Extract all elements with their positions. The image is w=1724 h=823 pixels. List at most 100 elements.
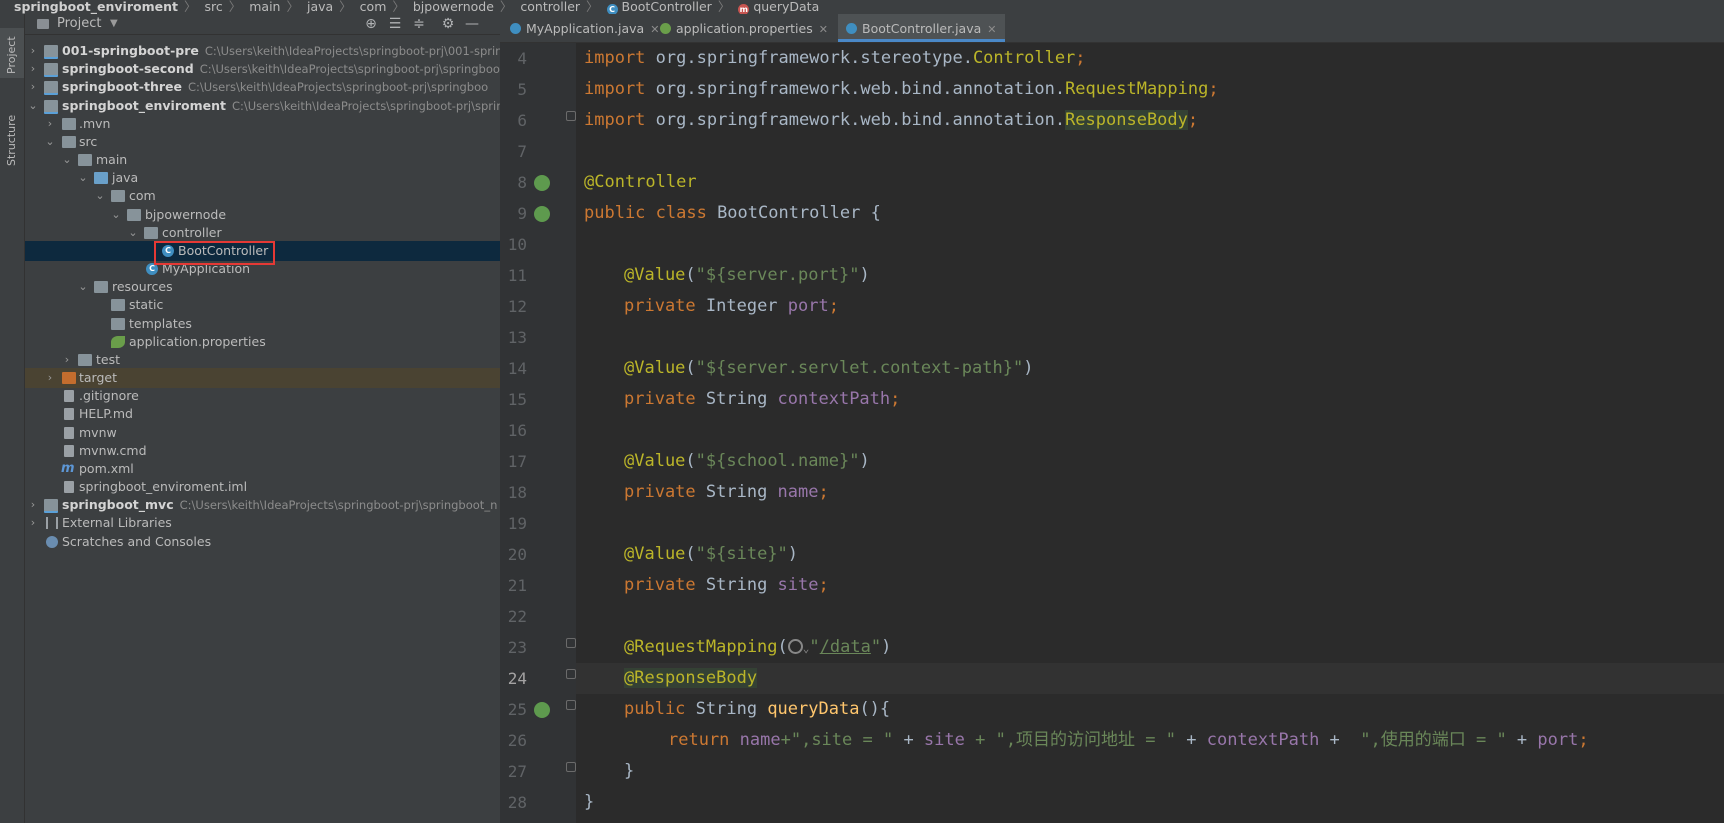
tree-item-bootcontroller[interactable]: C BootController <box>25 241 500 261</box>
breadcrumb-item-controller[interactable]: controller <box>520 0 580 13</box>
close-icon[interactable]: ✕ <box>819 23 828 36</box>
tree-item-springboot-enviroment[interactable]: ⌄ springboot_enviroment C:\Users\keith\Id… <box>25 96 500 116</box>
tree-item-scratches[interactable]: Scratches and Consoles <box>25 532 500 552</box>
code-line: public String queryData(){ <box>624 699 891 719</box>
line-number: 27 <box>507 762 527 781</box>
markdown-file-icon <box>64 408 74 420</box>
tree-item-iml[interactable]: springboot_enviroment.iml <box>25 477 500 497</box>
code-editor[interactable]: import org.springframework.stereotype.Co… <box>576 43 1724 823</box>
editor-tab-bar: MyApplication.java ✕ application.properti… <box>500 14 1724 43</box>
web-globe-icon[interactable] <box>787 639 803 654</box>
chevron-down-icon[interactable]: ⌄ <box>127 223 139 243</box>
breadcrumb-item-project[interactable]: springboot_enviroment <box>14 0 178 13</box>
code-line: private String site; <box>624 575 829 595</box>
tree-item-resources[interactable]: ⌄ resources <box>25 277 500 297</box>
chevron-right-icon[interactable]: › <box>27 59 39 79</box>
code-line: @RequestMapping(⌄"/data") <box>624 637 892 657</box>
breadcrumb-item-java[interactable]: java <box>307 0 333 13</box>
fold-icon[interactable] <box>566 111 576 121</box>
spring-leaf-icon <box>111 336 125 348</box>
chevron-down-icon[interactable]: ⌄ <box>44 132 56 152</box>
tool-tab-project[interactable]: Project <box>0 28 24 78</box>
breadcrumb-item-com[interactable]: com <box>360 0 387 13</box>
tree-item-application-properties[interactable]: application.properties <box>25 332 500 352</box>
file-icon <box>64 481 74 493</box>
line-number: 16 <box>507 421 527 440</box>
line-number: 15 <box>507 390 527 409</box>
chevron-right-icon[interactable]: › <box>27 495 39 515</box>
module-folder-icon <box>44 45 58 59</box>
tree-item-main[interactable]: ⌄ main <box>25 150 500 170</box>
spring-leaf-icon <box>660 23 671 34</box>
tree-item-test[interactable]: › test <box>25 350 500 370</box>
chevron-down-icon[interactable]: ⌄ <box>27 96 39 116</box>
spring-class-icon <box>510 23 521 34</box>
tree-item-springboot-second[interactable]: › springboot-second C:\Users\keith\IdeaPr… <box>25 59 500 79</box>
code-line: import org.springframework.web.bind.anno… <box>584 110 1199 130</box>
code-line: import org.springframework.web.bind.anno… <box>584 79 1219 99</box>
spring-bean-gutter-icon[interactable] <box>534 175 550 191</box>
breadcrumb-item-querydata[interactable]: m queryData <box>738 0 819 14</box>
folder-icon <box>62 118 76 130</box>
source-folder-icon <box>94 172 108 184</box>
tree-item-mvn[interactable]: › .mvn <box>25 114 500 134</box>
code-line: import org.springframework.stereotype.Co… <box>584 48 1086 68</box>
tree-item-pom-xml[interactable]: m pom.xml <box>25 459 500 479</box>
line-number: 7 <box>517 142 527 161</box>
chevron-right-icon[interactable]: › <box>61 350 73 370</box>
tree-item-myapplication[interactable]: C MyApplication <box>25 259 500 279</box>
code-line: private Integer port; <box>624 296 839 316</box>
chevron-right-icon[interactable]: › <box>44 368 56 388</box>
spring-class-icon: C <box>146 263 158 275</box>
module-folder-icon <box>44 63 58 77</box>
tree-item-springboot-three[interactable]: › springboot-three C:\Users\keith\IdeaPro… <box>25 77 500 97</box>
tree-item-external-libraries[interactable]: › External Libraries <box>25 513 500 533</box>
line-number: 28 <box>507 793 527 812</box>
chevron-right-icon[interactable]: › <box>27 41 39 61</box>
tree-item-controller[interactable]: ⌄ controller <box>25 223 500 243</box>
tree-item-springboot-mvc[interactable]: › springboot_mvc C:\Users\keith\IdeaProje… <box>25 495 500 515</box>
breadcrumb-item-main[interactable]: main <box>249 0 280 13</box>
tab-bootcontroller[interactable]: BootController.java ✕ <box>838 14 1005 42</box>
chevron-down-icon[interactable]: ⌄ <box>77 168 89 188</box>
close-icon[interactable]: ✕ <box>987 23 996 36</box>
line-number: 14 <box>507 359 527 378</box>
chevron-down-icon[interactable]: ⌄ <box>77 277 89 297</box>
chevron-right-icon[interactable]: › <box>44 114 56 134</box>
tree-item-static[interactable]: static <box>25 295 500 315</box>
tree-item-bjpowernode[interactable]: ⌄ bjpowernode <box>25 205 500 225</box>
tab-application-properties[interactable]: application.properties ✕ <box>660 14 828 42</box>
breadcrumb-item-bjpowernode[interactable]: bjpowernode <box>413 0 494 13</box>
request-mapping-gutter-icon[interactable] <box>534 702 550 718</box>
fold-icon[interactable] <box>566 669 576 679</box>
tree-item-com[interactable]: ⌄ com <box>25 186 500 206</box>
chevron-down-icon[interactable]: ⌄ <box>61 150 73 170</box>
left-tool-strip: Project Structure <box>0 14 25 823</box>
tree-item-src[interactable]: ⌄ src <box>25 132 500 152</box>
tree-item-help-md[interactable]: HELP.md <box>25 404 500 424</box>
line-number: 18 <box>507 483 527 502</box>
chevron-right-icon[interactable]: › <box>27 77 39 97</box>
tool-tab-structure[interactable]: Structure <box>0 104 24 174</box>
tree-item-target[interactable]: › target <box>25 368 500 388</box>
chevron-down-icon[interactable]: ⌄ <box>110 205 122 225</box>
close-icon[interactable]: ✕ <box>650 23 659 36</box>
tree-item-templates[interactable]: templates <box>25 314 500 334</box>
chevron-down-icon[interactable]: ⌄ <box>94 186 106 206</box>
request-url-link[interactable]: /data <box>820 637 871 657</box>
tab-myapplication[interactable]: MyApplication.java ✕ <box>510 14 659 42</box>
line-number: 23 <box>507 638 527 657</box>
tree-item-mvnw[interactable]: mvnw <box>25 423 500 443</box>
fold-icon[interactable] <box>566 700 576 710</box>
breadcrumb-item-src[interactable]: src <box>204 0 222 13</box>
tree-item-mvnw-cmd[interactable]: mvnw.cmd <box>25 441 500 461</box>
tree-item-gitignore[interactable]: .gitignore <box>25 386 500 406</box>
tree-item-java[interactable]: ⌄ java <box>25 168 500 188</box>
chevron-right-icon[interactable]: › <box>27 513 39 533</box>
fold-icon[interactable] <box>566 762 576 772</box>
fold-icon[interactable] <box>566 638 576 648</box>
tree-item-001-springboot-pre[interactable]: › 001-springboot-pre C:\Users\keith\IdeaP… <box>25 41 500 61</box>
breadcrumb-item-bootcontroller[interactable]: C BootController <box>606 0 712 14</box>
spring-bean-gutter-icon[interactable] <box>534 206 550 222</box>
class-icon: C <box>606 4 618 14</box>
